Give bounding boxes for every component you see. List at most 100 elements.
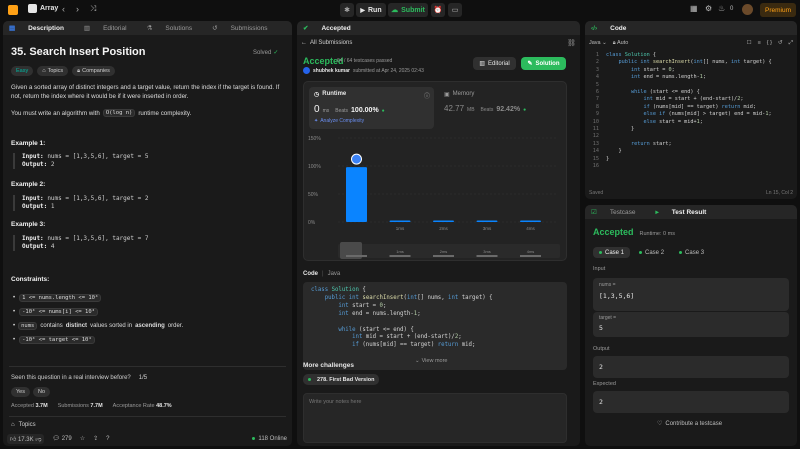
submit-button[interactable]: ☁ Submit	[388, 3, 428, 17]
bolt-icon: ●	[381, 108, 385, 114]
notes-textarea[interactable]: Write your notes here	[303, 393, 567, 443]
notes-placeholder: Write your notes here	[309, 399, 362, 405]
fire-icon[interactable]: ♨	[718, 4, 725, 13]
solved-label: Solved	[253, 49, 272, 56]
tab-code[interactable]: ‹/› Code	[591, 25, 636, 32]
online-count: 118 Online	[258, 435, 287, 442]
reset-icon[interactable]: ↺	[778, 40, 783, 46]
link-icon[interactable]: ⛓	[567, 39, 576, 47]
solution-button[interactable]: ✎ Solution	[521, 57, 566, 70]
x-tick-label: 1ms	[396, 226, 405, 231]
problem-list-button[interactable]: Array	[28, 4, 58, 13]
case-3-tab[interactable]: Case 3	[673, 247, 710, 258]
braces-icon[interactable]: { }	[767, 40, 772, 46]
analyze-complexity-link[interactable]: ✦ Analyze Complexity	[314, 118, 364, 124]
example-1-output-value: 2	[50, 161, 55, 168]
complexity-requirement: You must write an algorithm with O(log n…	[11, 109, 191, 117]
contribute-testcase-button[interactable]: ♡ Contribute a testcase	[657, 420, 722, 428]
constraint-2: -10⁴ <= nums[i] <= 10⁴	[19, 308, 98, 316]
difficulty-badge[interactable]: Easy	[11, 66, 34, 76]
code-label: Code	[303, 271, 318, 277]
prev-problem-icon[interactable]: ‹	[62, 4, 65, 14]
notes-button[interactable]: ▭	[448, 3, 462, 17]
memory-box[interactable]: ▣ Memory 42.77 MB Beats 92.42% ●	[440, 87, 560, 129]
like-button[interactable]: 👍︎ 17.3K 👎︎	[7, 433, 45, 444]
example-1-input-value: nums = [1,3,5,6], target = 5	[47, 153, 149, 160]
constraint-item: • -10⁴ <= target <= 10⁴	[13, 333, 183, 347]
constraints-list: • 1 <= nums.length <= 10⁴ • -10⁴ <= nums[i…	[13, 291, 183, 347]
share-icon[interactable]: ⇪	[93, 435, 98, 442]
y-tick-label: 50%	[308, 192, 319, 198]
all-submissions-link[interactable]: ← All Submissions	[301, 40, 352, 46]
nums-field: nums = [1,3,5,6]	[593, 278, 789, 311]
submitter-name[interactable]: shubhek kumar	[313, 68, 350, 74]
star-icon[interactable]: ☆	[80, 435, 85, 442]
editorial-button[interactable]: ▥ Editorial	[473, 57, 516, 70]
bar	[346, 167, 367, 222]
settings-icon[interactable]: ⚙	[705, 4, 712, 13]
thumb-down-icon: 👎︎	[35, 436, 42, 443]
tab-accepted[interactable]: ✔ Accepted	[303, 24, 361, 33]
help-icon[interactable]: ?	[106, 436, 109, 442]
no-button[interactable]: No	[32, 387, 51, 397]
user-avatar[interactable]	[303, 67, 310, 74]
topics-footer[interactable]: ⌂ Topics	[11, 422, 36, 428]
logo-icon[interactable]	[8, 5, 18, 15]
challenge-link[interactable]: 278. First Bad Version	[303, 374, 380, 385]
bar	[433, 220, 454, 222]
companies-pill[interactable]: 🔒︎ Companies	[72, 66, 115, 76]
expand-icon[interactable]: ⤢	[789, 40, 793, 47]
topics-pill[interactable]: ⌂ Topics	[37, 66, 69, 76]
autocomplete-toggle[interactable]: 🔒︎ Auto	[613, 40, 629, 47]
yes-button[interactable]: Yes	[11, 387, 30, 397]
x-tick-label: 2ms	[439, 226, 448, 231]
case-2-tab[interactable]: Case 2	[633, 247, 670, 258]
submitted-at: submitted at Apr 24, 2025 02:43	[352, 67, 424, 74]
runtime-box[interactable]: ◷ Runtime ⓘ 0 ms Beats 100.00% ● ✦ Analy…	[309, 87, 434, 129]
bolt-icon: ●	[523, 107, 527, 113]
tab-solutions[interactable]: ⚗ Solutions	[146, 24, 203, 33]
tab-test-result[interactable]: ▸ Test Result	[655, 208, 716, 217]
tab-testcase[interactable]: ☑ Testcase	[591, 208, 645, 217]
clock-icon: ◷	[314, 92, 320, 98]
doc-icon: ▤	[9, 25, 16, 32]
constraint-1: 1 <= nums.length <= 10⁴	[19, 294, 102, 302]
next-problem-icon[interactable]: ›	[76, 4, 79, 14]
example-2-output: Output: 1	[22, 203, 148, 211]
code-editor[interactable]: 1 2 3 4 5 6 7 8 9 10 11 12 13 14 15 16 c…	[585, 52, 797, 182]
flask-icon: ⚗	[146, 25, 153, 32]
tag-icon: ⌂	[42, 68, 46, 74]
format-icon[interactable]: ≡	[758, 40, 761, 46]
checkbox-icon: ☑	[591, 209, 597, 216]
language-select[interactable]: Java ⌄	[589, 40, 607, 46]
mini-tick-label: 4ms	[527, 249, 535, 254]
tab-description-label: Description	[28, 24, 64, 32]
case-2-label: Case 2	[645, 249, 665, 256]
avatar[interactable]	[742, 4, 753, 15]
shuffle-icon[interactable]: ⤨	[90, 4, 96, 14]
result-tabs: ☑ Testcase ▸ Test Result	[585, 205, 797, 219]
example-1-output: Output: 2	[22, 161, 148, 169]
comments-button[interactable]: 💬︎ 279	[52, 435, 71, 442]
y-tick-label: 150%	[308, 136, 321, 142]
bookmark-icon[interactable]: ☐	[747, 40, 752, 46]
view-more-button[interactable]: ⌄ View more	[415, 358, 448, 364]
check-circle-icon: ✓	[273, 50, 279, 56]
submission-tabs: ✔ Accepted	[297, 21, 580, 35]
mini-bar	[476, 255, 498, 257]
problem-description: Given a sorted array of distinct integer…	[11, 84, 280, 100]
tab-description[interactable]: ▤ Description	[9, 24, 74, 33]
editor-status-bar: Saved Ln 15, Col 2	[589, 190, 793, 196]
run-button[interactable]: ▶ Run	[356, 3, 386, 17]
premium-button[interactable]: Premium	[760, 3, 796, 17]
tab-submissions[interactable]: ↺ Submissions	[212, 24, 277, 33]
info-icon[interactable]: ⓘ	[424, 91, 430, 100]
tab-editorial[interactable]: ▥ Editorial	[84, 24, 137, 33]
debug-button[interactable]: ✱	[340, 3, 354, 17]
case-1-tab[interactable]: Case 1	[593, 247, 631, 258]
layout-icon[interactable]: ▦	[690, 4, 698, 13]
timer-button[interactable]: ⏰	[431, 3, 445, 17]
submitted-code-block: class Solution { public int searchInsert…	[303, 282, 567, 370]
bottom-actions: 👍︎ 17.3K 👎︎ 💬︎ 279 ☆ ⇪ ? 118 Online	[7, 432, 292, 445]
bug-icon: ✱	[344, 7, 350, 14]
